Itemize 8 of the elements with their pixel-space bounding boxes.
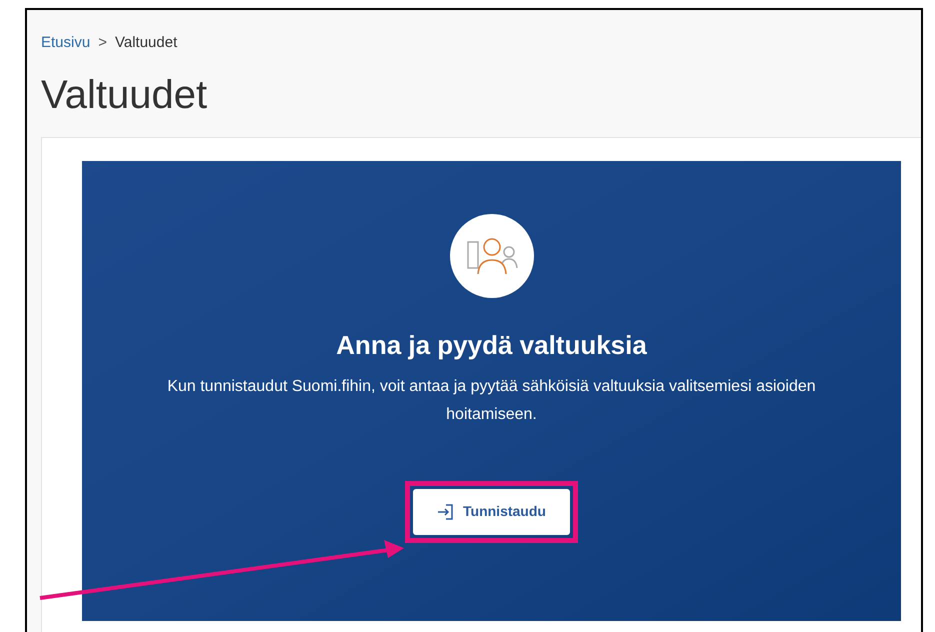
- login-button[interactable]: Tunnistaudu: [413, 488, 570, 534]
- breadcrumb-separator: >: [98, 33, 107, 53]
- hero-heading: Anna ja pyydä valtuuksia: [336, 328, 647, 362]
- breadcrumb-link[interactable]: Etusivu: [41, 32, 90, 54]
- hero-text: Kun tunnistaudut Suomi.fihin, voit antaa ja pyytää sähköisiä valtuuksia valitsemiesi asioiden hoitamiseen.: [166, 376, 817, 424]
- page-title: Valtuudet: [41, 72, 208, 118]
- breadcrumb-current: Valtuudet: [114, 33, 178, 53]
- sign-in-icon: [437, 502, 456, 520]
